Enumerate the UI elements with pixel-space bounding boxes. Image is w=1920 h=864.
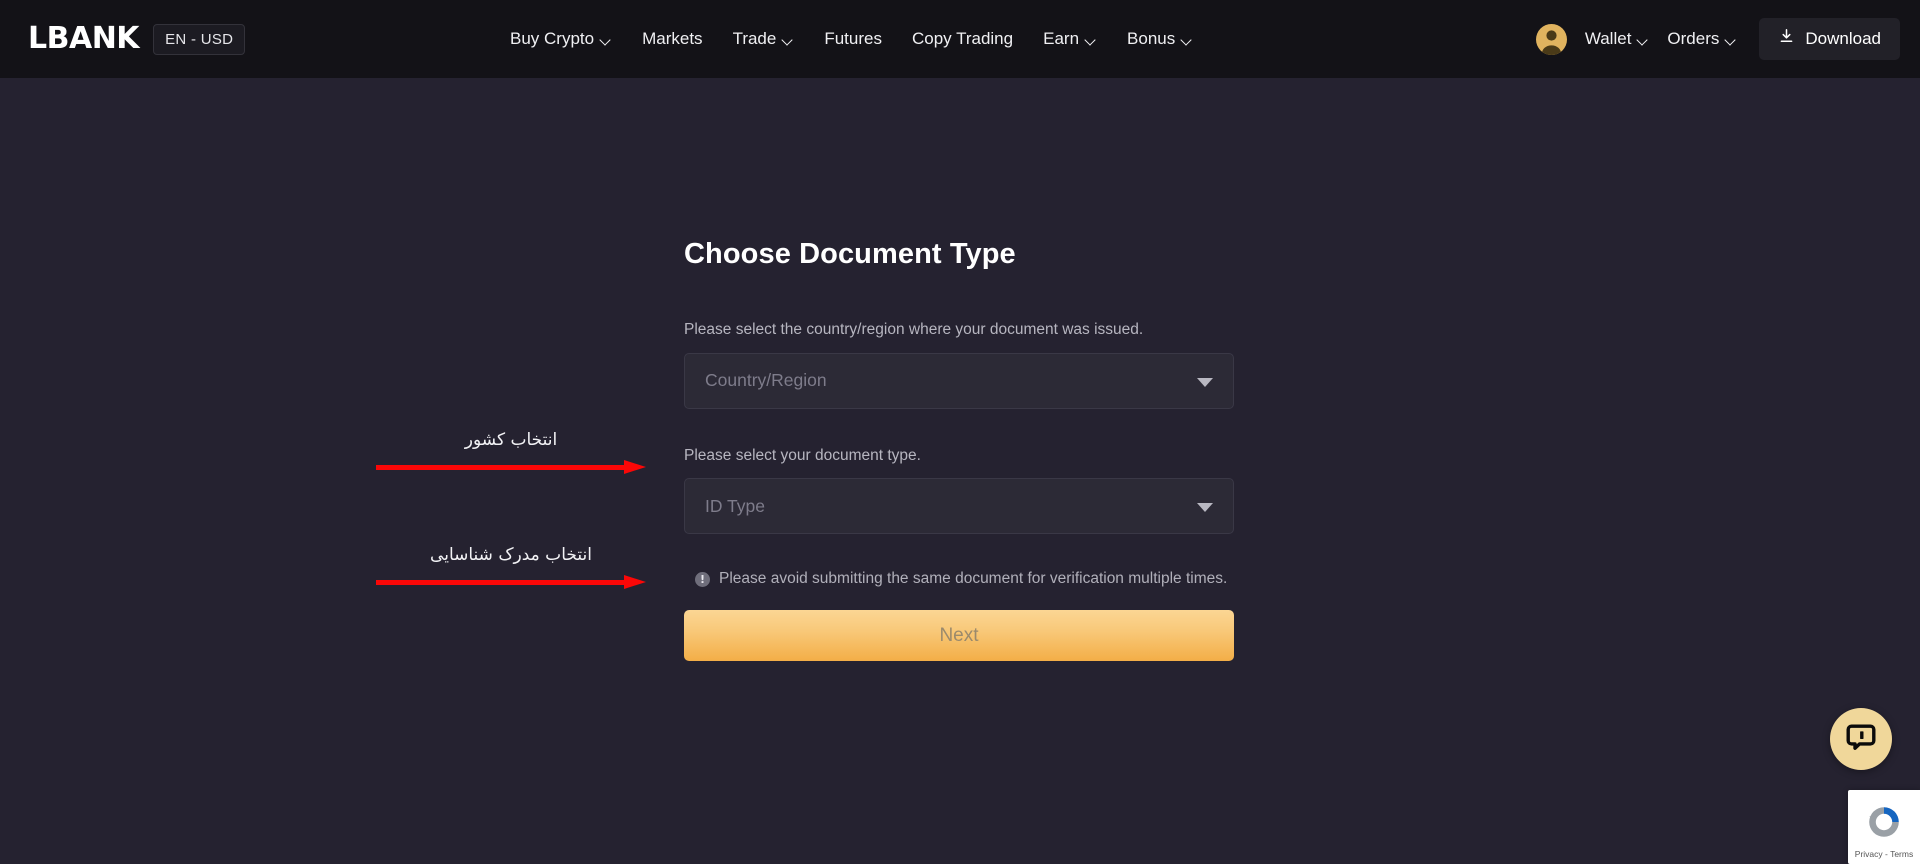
chat-widget-button[interactable]	[1830, 708, 1892, 770]
nav-item-copy-trading[interactable]: Copy Trading	[912, 29, 1013, 49]
chevron-down-icon	[1197, 377, 1213, 387]
locale-currency-switcher[interactable]: EN - USD	[153, 23, 246, 55]
recaptcha-privacy-terms[interactable]: Privacy - Terms	[1855, 849, 1913, 859]
recaptcha-logo-icon	[1866, 804, 1902, 845]
chevron-down-icon	[1726, 35, 1737, 46]
lbank-logo[interactable]: LBANK	[28, 24, 140, 54]
download-label: Download	[1805, 29, 1881, 48]
nav-item-trade[interactable]: Trade	[733, 29, 795, 49]
brand-block: LBANK EN - USD	[28, 23, 246, 55]
chevron-down-icon	[1638, 35, 1649, 46]
main-navigation: Buy Crypto Markets Trade Futures Copy Tr…	[510, 0, 1193, 78]
country-region-placeholder: Country/Region	[705, 370, 827, 391]
id-type-label: Please select your document type.	[684, 446, 921, 464]
annotation-country-arrow	[376, 460, 646, 474]
nav-item-buy-crypto[interactable]: Buy Crypto	[510, 29, 612, 49]
country-region-select[interactable]: Country/Region	[684, 352, 1234, 409]
user-avatar-icon[interactable]	[1535, 23, 1567, 55]
wallet-label: Wallet	[1584, 29, 1632, 48]
nav-item-label: Copy Trading	[911, 29, 1014, 48]
recaptcha-badge[interactable]: Privacy - Terms	[1848, 790, 1920, 864]
chevron-down-icon	[601, 35, 612, 46]
chat-bubble-icon	[1846, 722, 1876, 757]
id-type-select[interactable]: ID Type	[684, 478, 1234, 535]
nav-item-label: Trade	[732, 29, 777, 48]
annotation-country-text: انتخاب کشور	[464, 430, 558, 450]
nav-item-label: Markets	[642, 29, 703, 48]
download-icon	[1778, 28, 1795, 50]
nav-item-label: Futures	[824, 29, 882, 48]
site-header: LBANK EN - USD Buy Crypto Markets Trade …	[0, 0, 1920, 78]
nav-item-label: Bonus	[1127, 29, 1176, 48]
annotation-id-type-arrow	[376, 575, 646, 589]
header-right-controls: Wallet Orders Download	[1535, 0, 1900, 78]
country-region-label: Please select the country/region where y…	[684, 321, 1144, 338]
annotation-id-type-text: انتخاب مدرک شناسایی	[430, 545, 592, 565]
nav-item-futures[interactable]: Futures	[824, 29, 882, 49]
chevron-down-icon	[1197, 503, 1213, 513]
chevron-down-icon	[1086, 35, 1097, 46]
annotation-id-type: انتخاب مدرک شناسایی	[376, 545, 646, 589]
download-button[interactable]: Download	[1759, 18, 1900, 60]
chevron-down-icon	[783, 35, 794, 46]
next-button[interactable]: Next	[684, 610, 1234, 662]
nav-item-bonus[interactable]: Bonus	[1127, 29, 1193, 49]
annotation-country: انتخاب کشور	[376, 430, 646, 474]
document-type-form: Choose Document Type Please select the c…	[684, 238, 1234, 662]
nav-item-earn[interactable]: Earn	[1043, 29, 1097, 49]
info-circle-icon: !	[695, 571, 710, 587]
id-type-placeholder: ID Type	[705, 495, 765, 516]
page-body: انتخاب کشور انتخاب مدرک شناسایی Choose D…	[0, 78, 1920, 864]
nav-item-label: Buy Crypto	[510, 29, 595, 48]
page-title: Choose Document Type	[684, 238, 1016, 270]
chevron-down-icon	[1182, 35, 1193, 46]
duplicate-document-notice: ! Please avoid submitting the same docum…	[684, 570, 1234, 588]
nav-item-markets[interactable]: Markets	[642, 29, 702, 49]
nav-item-label: Earn	[1043, 29, 1080, 48]
orders-label: Orders	[1667, 29, 1720, 48]
notice-text: Please avoid submitting the same documen…	[719, 570, 1228, 588]
orders-menu[interactable]: Orders	[1667, 29, 1737, 49]
wallet-menu[interactable]: Wallet	[1585, 29, 1650, 49]
